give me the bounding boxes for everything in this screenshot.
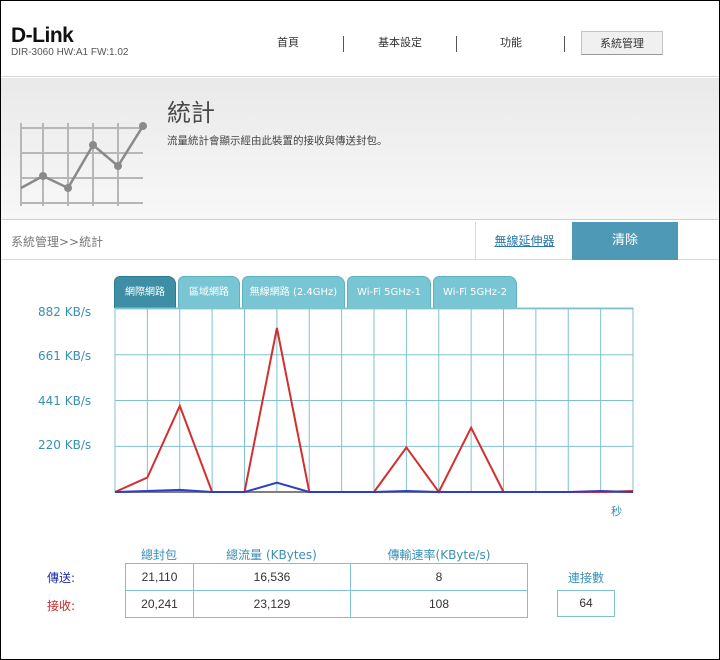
wireless-extender-link[interactable]: 無線延伸器	[475, 222, 573, 260]
page-description: 流量統計會顯示經由此裝置的接收與傳送封包。	[167, 135, 388, 147]
y-tick-label: 441 KB/s	[38, 394, 92, 408]
router-stats-page: D-Link DIR-3060 HW:A1 FW:1.02 首頁 基本設定 功能…	[0, 0, 720, 660]
nav-separator	[456, 36, 457, 52]
series-line-send	[114, 481, 634, 493]
nav-basic-settings[interactable]: 基本設定	[363, 31, 437, 55]
send-label: 傳送:	[46, 571, 75, 585]
nav-management[interactable]: 系統管理	[581, 31, 663, 55]
connections-count: 64	[557, 590, 615, 617]
nav-separator	[343, 36, 344, 52]
breadcrumb: 系統管理>>統計	[11, 235, 104, 249]
receive-label: 接收:	[46, 599, 75, 613]
series-line-receive	[114, 327, 634, 494]
page-title: 統計	[167, 99, 215, 127]
tab-internet[interactable]: 網際網路	[114, 276, 176, 308]
nav-home[interactable]: 首頁	[259, 31, 317, 55]
dlink-logo: D-Link	[11, 24, 74, 47]
tab-wifi-5ghz-2[interactable]: Wi-Fi 5GHz-2	[433, 276, 517, 308]
y-tick-label: 661 KB/s	[38, 349, 92, 363]
receive-packets: 20,241	[125, 590, 194, 618]
y-tick-label: 220 KB/s	[38, 438, 92, 452]
model-info: DIR-3060 HW:A1 FW:1.02	[11, 47, 129, 58]
tab-wireless-24ghz[interactable]: 無線網路 (2.4GHz)	[242, 276, 345, 308]
breadcrumb-bar: 系統管理>>統計 無線延伸器 清除	[1, 222, 719, 260]
x-axis-unit: 秒	[611, 505, 622, 518]
page-banner: 統計 流量統計會顯示經由此裝置的接收與傳送封包。	[1, 78, 719, 220]
send-packets: 21,110	[125, 563, 194, 591]
tab-lan[interactable]: 區域網路	[178, 276, 240, 308]
send-rate: 8	[350, 563, 528, 591]
header-total-traffic: 總流量 (KBytes)	[226, 548, 317, 562]
top-header: D-Link DIR-3060 HW:A1 FW:1.02 首頁 基本設定 功能…	[1, 1, 719, 77]
receive-traffic: 23,129	[193, 590, 351, 618]
statistics-graph-icon	[20, 122, 147, 206]
header-total-packets: 總封包	[140, 548, 177, 562]
connections-label: 連接數	[567, 571, 604, 585]
receive-rate: 108	[350, 590, 528, 618]
y-tick-label: 882 KB/s	[38, 305, 92, 319]
tab-wifi-5ghz-1[interactable]: Wi-Fi 5GHz-1	[347, 276, 431, 308]
clear-button[interactable]: 清除	[572, 222, 678, 260]
send-traffic: 16,536	[193, 563, 351, 591]
plot-area	[114, 307, 634, 493]
nav-features[interactable]: 功能	[485, 31, 537, 55]
nav-separator	[564, 36, 565, 52]
header-transfer-rate: 傳輸速率(KByte/s)	[387, 548, 491, 562]
